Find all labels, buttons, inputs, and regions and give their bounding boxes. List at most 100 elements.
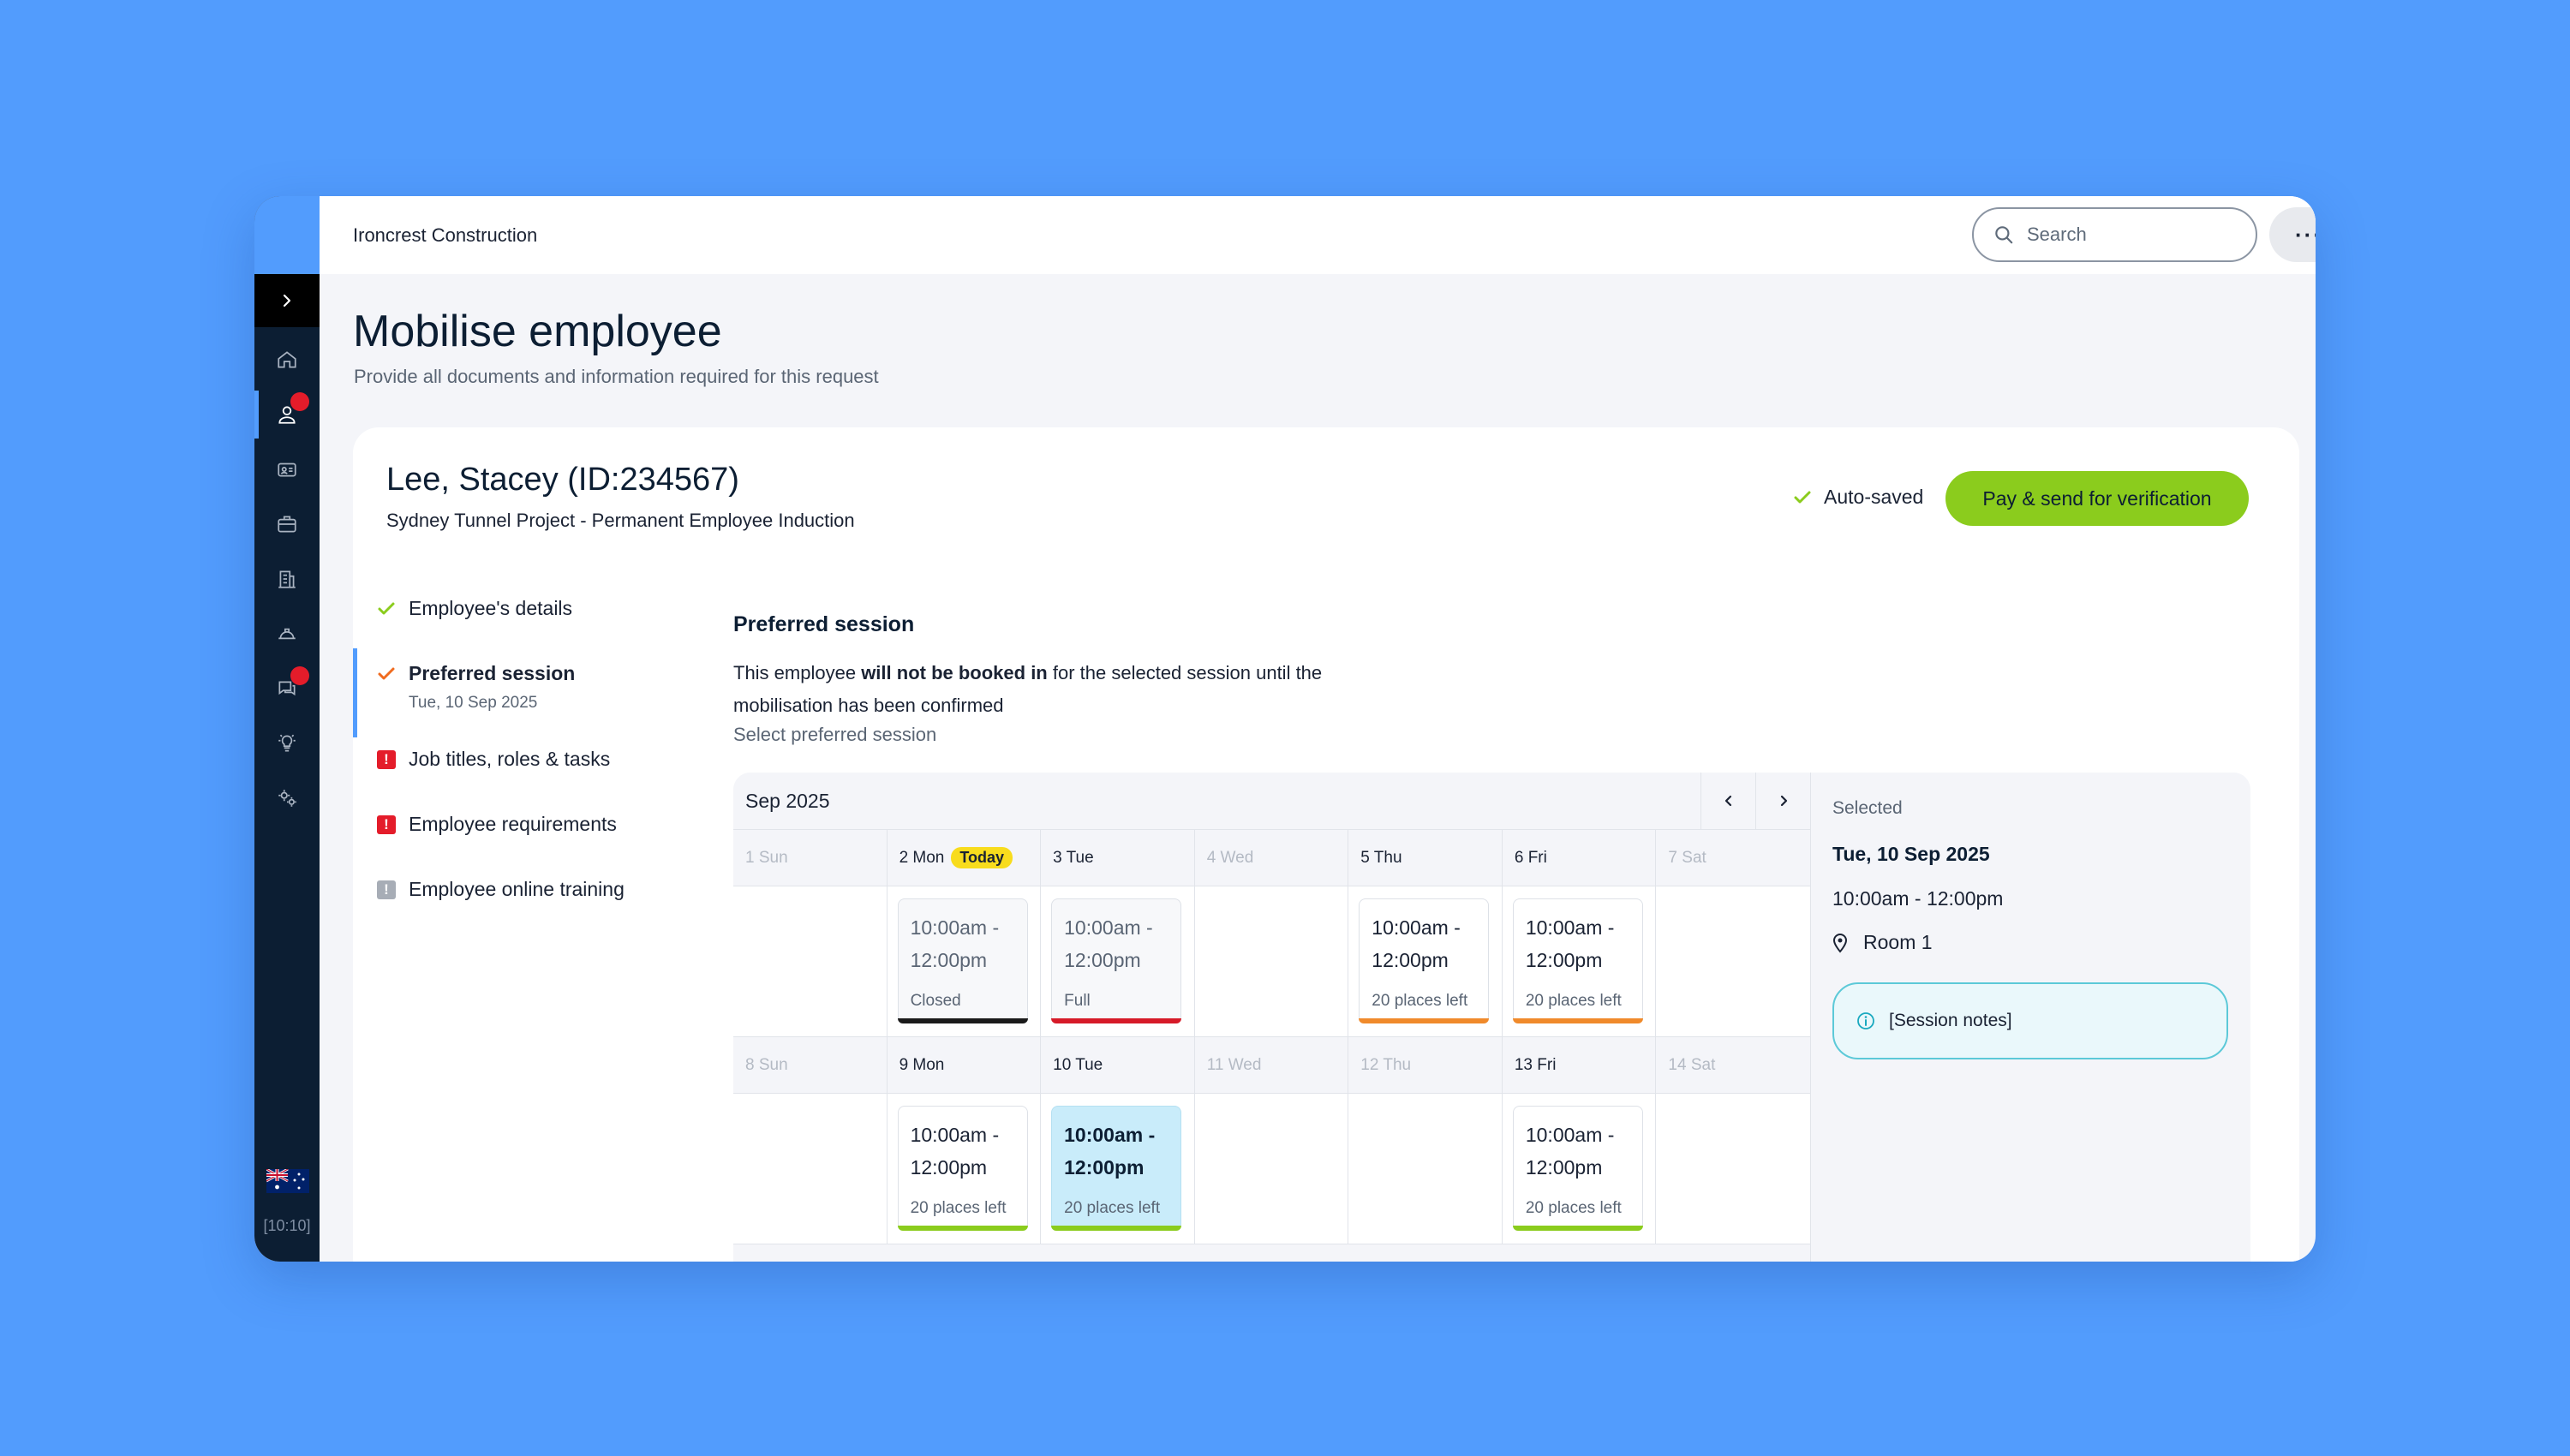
step-employee-details[interactable]: Employee's details	[353, 583, 687, 648]
sidebar-item-people[interactable]	[254, 387, 320, 442]
calendar-day-header: 3 Tue	[1041, 830, 1195, 886]
employee-project: Sydney Tunnel Project - Permanent Employ…	[386, 510, 855, 531]
selected-session-panel: Selected Tue, 10 Sep 2025 10:00am - 12:0…	[1810, 773, 2250, 1262]
session-time: 10:00am - 12:00pm	[1064, 1124, 1156, 1179]
day-label: 12 Thu	[1360, 1055, 1412, 1074]
session-slot[interactable]: 10:00am - 12:00pm 20 places left	[1359, 898, 1490, 1023]
selected-label: Selected	[1832, 798, 1903, 818]
lightbulb-icon	[278, 734, 296, 752]
session-status-bar	[1051, 1226, 1182, 1231]
calendar-day-header: 1 Sun	[733, 830, 888, 886]
calendar-day-header: 10 Tue	[1041, 1037, 1195, 1093]
employee-name: Lee, Stacey (ID:234567)	[386, 462, 739, 498]
calendar-day-header-row: 8 Sun 9 Mon 10 Tue 11 Wed 12 Thu 13 Fri 14 Sat	[733, 1037, 1810, 1094]
day-label: 2 Mon	[899, 848, 945, 867]
step-online-training[interactable]: ! Employee online training	[353, 864, 687, 929]
session-slot[interactable]: 10:00am - 12:00pm 20 places left	[1512, 1106, 1643, 1231]
sidebar-expand-button[interactable]	[254, 274, 320, 327]
sidebar-item-id-card[interactable]	[254, 442, 320, 497]
select-session-label: Select preferred session	[733, 724, 937, 745]
calendar-day-header: 4 Wed	[1195, 830, 1349, 886]
step-job-titles[interactable]: ! Job titles, roles & tasks	[353, 734, 687, 799]
session-slot[interactable]: 10:00am - 12:00pm Closed	[897, 898, 1028, 1023]
hard-hat-icon	[278, 628, 296, 640]
day-label: 3 Tue	[1053, 848, 1094, 867]
pay-and-send-button[interactable]: Pay & send for verification	[1945, 471, 2249, 526]
page-title: Mobilise employee	[353, 307, 722, 356]
calendar-day-header-row: 1 Sun 2 Mon Today 3 Tue 4 Wed 5 Thu 6 Fri 7 Sat	[733, 830, 1810, 886]
day-label: 6 Fri	[1514, 848, 1547, 867]
briefcase-icon	[278, 516, 296, 533]
day-label: 14 Sat	[1668, 1055, 1716, 1074]
sidebar-item-ideas[interactable]	[254, 716, 320, 771]
next-month-button[interactable]	[1755, 773, 1810, 829]
calendar-cell: 10:00am - 12:00pm 20 places left	[888, 1094, 1042, 1244]
selected-time: 10:00am - 12:00pm	[1832, 887, 2004, 910]
session-slot[interactable]: 10:00am - 12:00pm 20 places left	[897, 1106, 1028, 1231]
prev-month-button[interactable]	[1700, 773, 1755, 829]
chevron-right-icon	[1780, 795, 1787, 807]
australia-flag-icon[interactable]	[266, 1169, 309, 1193]
top-bar: Ironcrest Construction Search ···	[320, 196, 2316, 274]
sidebar-item-sites[interactable]	[254, 552, 320, 606]
time-badge: [10:10]	[263, 1217, 311, 1234]
step-preferred-session[interactable]: Preferred session Tue, 10 Sep 2025	[353, 648, 687, 737]
sidebar-item-settings[interactable]	[254, 771, 320, 826]
calendar-day-header: 8 Sun	[733, 1037, 888, 1093]
session-notes-text: [Session notes]	[1889, 1011, 2012, 1030]
session-availability: 20 places left	[1372, 992, 1468, 1010]
step-employee-requirements[interactable]: ! Employee requirements	[353, 799, 687, 864]
notification-badge	[290, 666, 309, 685]
session-time: 10:00am - 12:00pm	[1525, 1124, 1615, 1179]
search-input[interactable]: Search	[1972, 207, 2257, 262]
sidebar-item-safety[interactable]	[254, 606, 320, 661]
calendar-day-header: 6 Fri	[1503, 830, 1657, 886]
sidebar-item-jobs[interactable]	[254, 497, 320, 552]
alert-icon: !	[376, 815, 397, 835]
calendar-cell	[1195, 886, 1349, 1036]
session-availability: Closed	[910, 992, 961, 1010]
session-availability: Full	[1064, 992, 1091, 1010]
calendar-cell	[1656, 886, 1810, 1036]
session-availability: 20 places left	[910, 1199, 1007, 1217]
section-title: Preferred session	[733, 612, 915, 636]
calendar-cell	[1195, 1094, 1349, 1244]
calendar-header: Sep 2025	[733, 773, 1810, 830]
day-label: 8 Sun	[745, 1055, 788, 1074]
calendar-grid: 1 Sun 2 Mon Today 3 Tue 4 Wed 5 Thu 6 Fri 7 Sat…	[733, 830, 1810, 1244]
today-badge: Today	[951, 847, 1013, 868]
session-time: 10:00am - 12:00pm	[1372, 916, 1461, 971]
mobilisation-card: Lee, Stacey (ID:234567) Sydney Tunnel Pr…	[353, 427, 2299, 1262]
sidebar-logo-area	[254, 196, 320, 274]
step-label: Employee online training	[409, 878, 625, 900]
day-label: 4 Wed	[1206, 848, 1254, 867]
step-label: Preferred session	[409, 662, 576, 684]
session-status-bar	[1359, 1018, 1490, 1023]
description-emphasis: will not be booked in	[861, 662, 1048, 683]
day-label: 1 Sun	[745, 848, 788, 867]
more-options-button[interactable]: ···	[2269, 207, 2316, 262]
session-slot-selected[interactable]: 10:00am - 12:00pm 20 places left	[1051, 1106, 1182, 1231]
session-calendar: Sep 2025 1 Sun 2 Mon Today 3 Tue 4 Wed 5 Thu 6…	[733, 773, 2250, 1262]
day-label: 7 Sat	[1668, 848, 1706, 867]
alert-icon: !	[376, 880, 397, 900]
session-time: 10:00am - 12:00pm	[910, 1124, 1000, 1179]
info-icon	[1857, 1012, 1874, 1029]
sidebar-item-messages[interactable]	[254, 661, 320, 716]
calendar-cell: 10:00am - 12:00pm Closed	[888, 886, 1042, 1036]
session-time: 10:00am - 12:00pm	[1525, 916, 1615, 971]
calendar-session-row: 10:00am - 12:00pm Closed 10:00am - 12:00pm…	[733, 886, 1810, 1037]
session-status-bar	[1512, 1226, 1643, 1231]
calendar-cell	[1348, 1094, 1503, 1244]
alert-icon: !	[376, 749, 397, 770]
day-label: 13 Fri	[1514, 1055, 1557, 1074]
calendar-day-header: 12 Thu	[1348, 1037, 1503, 1093]
calendar-cell	[733, 1094, 888, 1244]
session-slot[interactable]: 10:00am - 12:00pm Full	[1051, 898, 1182, 1023]
autosave-label: Auto-saved	[1824, 486, 1924, 508]
sidebar-item-home[interactable]	[254, 332, 320, 387]
calendar-session-row: 10:00am - 12:00pm 20 places left 10:00am -…	[733, 1094, 1810, 1244]
session-slot[interactable]: 10:00am - 12:00pm 20 places left	[1512, 898, 1643, 1023]
page-subtitle: Provide all documents and information re…	[354, 366, 879, 387]
calendar-cell: 10:00am - 12:00pm 20 places left	[1503, 886, 1657, 1036]
